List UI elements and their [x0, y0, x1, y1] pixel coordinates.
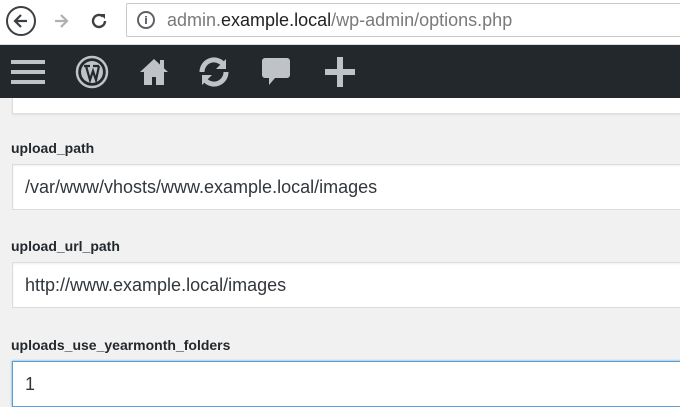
forward-button[interactable]	[46, 6, 76, 36]
back-button[interactable]	[6, 6, 36, 36]
updates-link[interactable]	[192, 45, 236, 98]
browser-toolbar: i admin.example.local/wp-admin/options.p…	[0, 0, 680, 45]
address-bar[interactable]: i admin.example.local/wp-admin/options.p…	[126, 3, 680, 37]
options-form: upload_path /var/www/vhosts/www.example.…	[0, 98, 680, 407]
wordpress-menu[interactable]	[72, 45, 112, 98]
menu-toggle[interactable]	[10, 45, 46, 98]
previous-option-input[interactable]	[12, 98, 680, 114]
wp-admin-bar	[0, 45, 680, 98]
arrow-right-icon	[55, 14, 69, 28]
option-label-uploads-use-yearmonth-folders: uploads_use_yearmonth_folders	[11, 337, 231, 353]
comments-icon	[262, 57, 290, 85]
site-home-link[interactable]	[136, 45, 172, 98]
info-icon[interactable]: i	[137, 11, 155, 29]
option-label-upload-path: upload_path	[11, 140, 95, 156]
option-label-upload-url-path: upload_url_path	[11, 238, 120, 254]
upload-url-path-input[interactable]: http://www.example.local/images	[12, 262, 680, 308]
url-text: admin.example.local/wp-admin/options.php	[167, 9, 513, 30]
arrow-left-icon	[13, 14, 27, 28]
new-content-icon	[325, 56, 355, 87]
comments-link[interactable]	[258, 45, 294, 98]
home-icon	[140, 58, 168, 85]
updates-icon	[199, 56, 229, 87]
uploads-use-yearmonth-folders-input[interactable]: 1	[12, 361, 680, 407]
reload-icon	[91, 13, 107, 29]
new-content-link[interactable]	[320, 45, 360, 98]
reload-button[interactable]	[84, 6, 114, 36]
upload-path-input[interactable]: /var/www/vhosts/www.example.local/images	[12, 164, 680, 210]
menu-icon	[11, 59, 45, 84]
wordpress-logo-icon	[75, 55, 109, 88]
